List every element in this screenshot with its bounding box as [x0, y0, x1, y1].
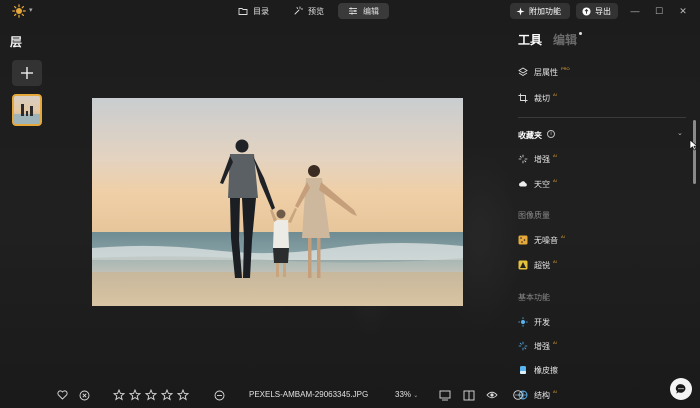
sparkle-icon: [516, 6, 525, 16]
chat-support-button[interactable]: [670, 378, 692, 400]
tool-label: 橡皮擦: [534, 365, 558, 375]
mode-tabs: 目录 预览 编辑: [228, 3, 389, 19]
tool-enhance-basic[interactable]: 增强 AI: [518, 340, 557, 352]
star-icon: [160, 389, 174, 401]
tab-label: 目录: [253, 6, 269, 16]
top-bar: ▾ 目录 预览 编辑 附加功能 导出 — ☐ ✕: [0, 0, 700, 22]
panel-divider: [518, 117, 686, 118]
eraser-icon: [518, 365, 528, 375]
rating-stars: [113, 389, 193, 401]
tool-label: 无噪音: [534, 235, 558, 245]
plus-icon: [21, 67, 33, 79]
sliders-icon: [349, 7, 357, 15]
denoise-icon: [518, 235, 528, 245]
tool-enhance[interactable]: 增强 AI: [518, 153, 557, 165]
sharpen-icon: [518, 260, 528, 270]
tool-label: 结构: [534, 390, 550, 400]
tool-sky[interactable]: 天空 AI: [518, 178, 557, 190]
zoom-value: 33%: [395, 390, 412, 399]
folder-icon: [238, 8, 248, 15]
maximize-icon[interactable]: ☐: [652, 4, 666, 18]
enhance-sparkle-icon: [518, 154, 528, 164]
ai-badge: AI: [553, 259, 557, 264]
right-panel-scrollbar[interactable]: [693, 120, 696, 184]
tab-preview[interactable]: 预览: [283, 3, 334, 19]
tool-denoise[interactable]: 无噪音 AI: [518, 234, 565, 246]
collapse-chevron-icon[interactable]: ⌄: [677, 129, 683, 137]
app-menu-chevron-icon[interactable]: ▾: [29, 6, 33, 14]
mouse-cursor-icon: [689, 139, 699, 151]
ai-badge: AI: [553, 92, 557, 97]
addons-label: 附加功能: [529, 6, 561, 16]
export-label: 导出: [595, 6, 611, 16]
tab-label: 预览: [308, 6, 324, 16]
compare-view-icon[interactable]: [439, 389, 451, 401]
close-icon[interactable]: ✕: [676, 4, 690, 18]
beach-family-photo: [92, 98, 463, 306]
enhance-sparkle-icon: [518, 341, 528, 351]
cloud-icon: [518, 179, 528, 189]
layer-thumbnail[interactable]: [12, 94, 42, 126]
star-icon: [176, 389, 190, 401]
tab-tools[interactable]: 工具: [518, 31, 542, 48]
more-options-icon[interactable]: [513, 389, 523, 401]
ai-badge: AI: [553, 153, 557, 158]
tool-label: 天空: [534, 179, 550, 189]
export-button[interactable]: 导出: [576, 3, 618, 19]
zoom-level[interactable]: 33% ⌄: [395, 390, 418, 399]
minimize-icon[interactable]: —: [628, 4, 642, 18]
star-icon: [113, 389, 126, 401]
star-icon: [128, 389, 142, 401]
notification-dot: [579, 32, 582, 35]
export-arrow-icon: [582, 6, 591, 16]
tab-edit[interactable]: 编辑: [338, 3, 389, 19]
star-icon: [144, 389, 158, 401]
tab-label: 编辑: [363, 6, 379, 16]
tool-label: 增强: [534, 341, 550, 351]
ai-badge: AI: [553, 178, 557, 183]
layers-title: 层: [10, 35, 23, 49]
tool-label: 超锐: [534, 260, 550, 270]
tool-label: 增强: [534, 154, 550, 164]
layers-icon: [518, 67, 528, 77]
tool-develop[interactable]: 开发: [518, 316, 550, 328]
tool-eraser[interactable]: 橡皮擦: [518, 364, 558, 376]
ai-badge: AI: [553, 340, 557, 345]
tool-label: 开发: [534, 317, 550, 327]
add-layer-button[interactable]: [12, 60, 42, 86]
image-quality-title: 图像质量: [518, 211, 550, 220]
tool-crop[interactable]: 裁切 AI: [518, 92, 557, 104]
crop-icon: [518, 93, 528, 103]
tab-catalog[interactable]: 目录: [228, 3, 279, 19]
ai-badge: AI: [553, 389, 557, 394]
split-view-icon[interactable]: [463, 389, 475, 401]
tool-label: 层属性: [534, 67, 558, 77]
file-name: PEXELS-AMBAM-29063345.JPG: [249, 390, 369, 399]
tab-edits[interactable]: 编辑: [553, 31, 577, 48]
info-icon[interactable]: i: [547, 130, 555, 138]
eye-preview-icon[interactable]: [486, 389, 498, 401]
layer-thumbnail-image: [14, 104, 40, 124]
tool-label: 裁切: [534, 93, 550, 103]
favorite-heart-icon[interactable]: [57, 389, 68, 401]
develop-sun-icon: [518, 317, 528, 327]
photo-canvas[interactable]: [92, 98, 463, 306]
sun-logo-icon[interactable]: [12, 4, 26, 18]
tool-sharpen[interactable]: 超锐 AI: [518, 259, 557, 271]
reject-icon[interactable]: [79, 389, 90, 401]
chevron-down-icon: ⌄: [413, 393, 419, 399]
favorites-title: 收藏夹: [518, 131, 542, 140]
addons-button[interactable]: 附加功能: [510, 3, 570, 19]
basic-functions-title: 基本功能: [518, 293, 550, 302]
pro-badge: PRO: [561, 66, 570, 71]
sparkle-wand-icon: [294, 6, 303, 15]
ai-badge: AI: [561, 234, 565, 239]
clear-rating-icon[interactable]: [214, 389, 225, 401]
chat-bubble-icon: [675, 384, 686, 394]
tool-layer-properties[interactable]: 层属性 PRO: [518, 66, 570, 78]
tool-structure[interactable]: 结构 AI: [518, 389, 557, 401]
